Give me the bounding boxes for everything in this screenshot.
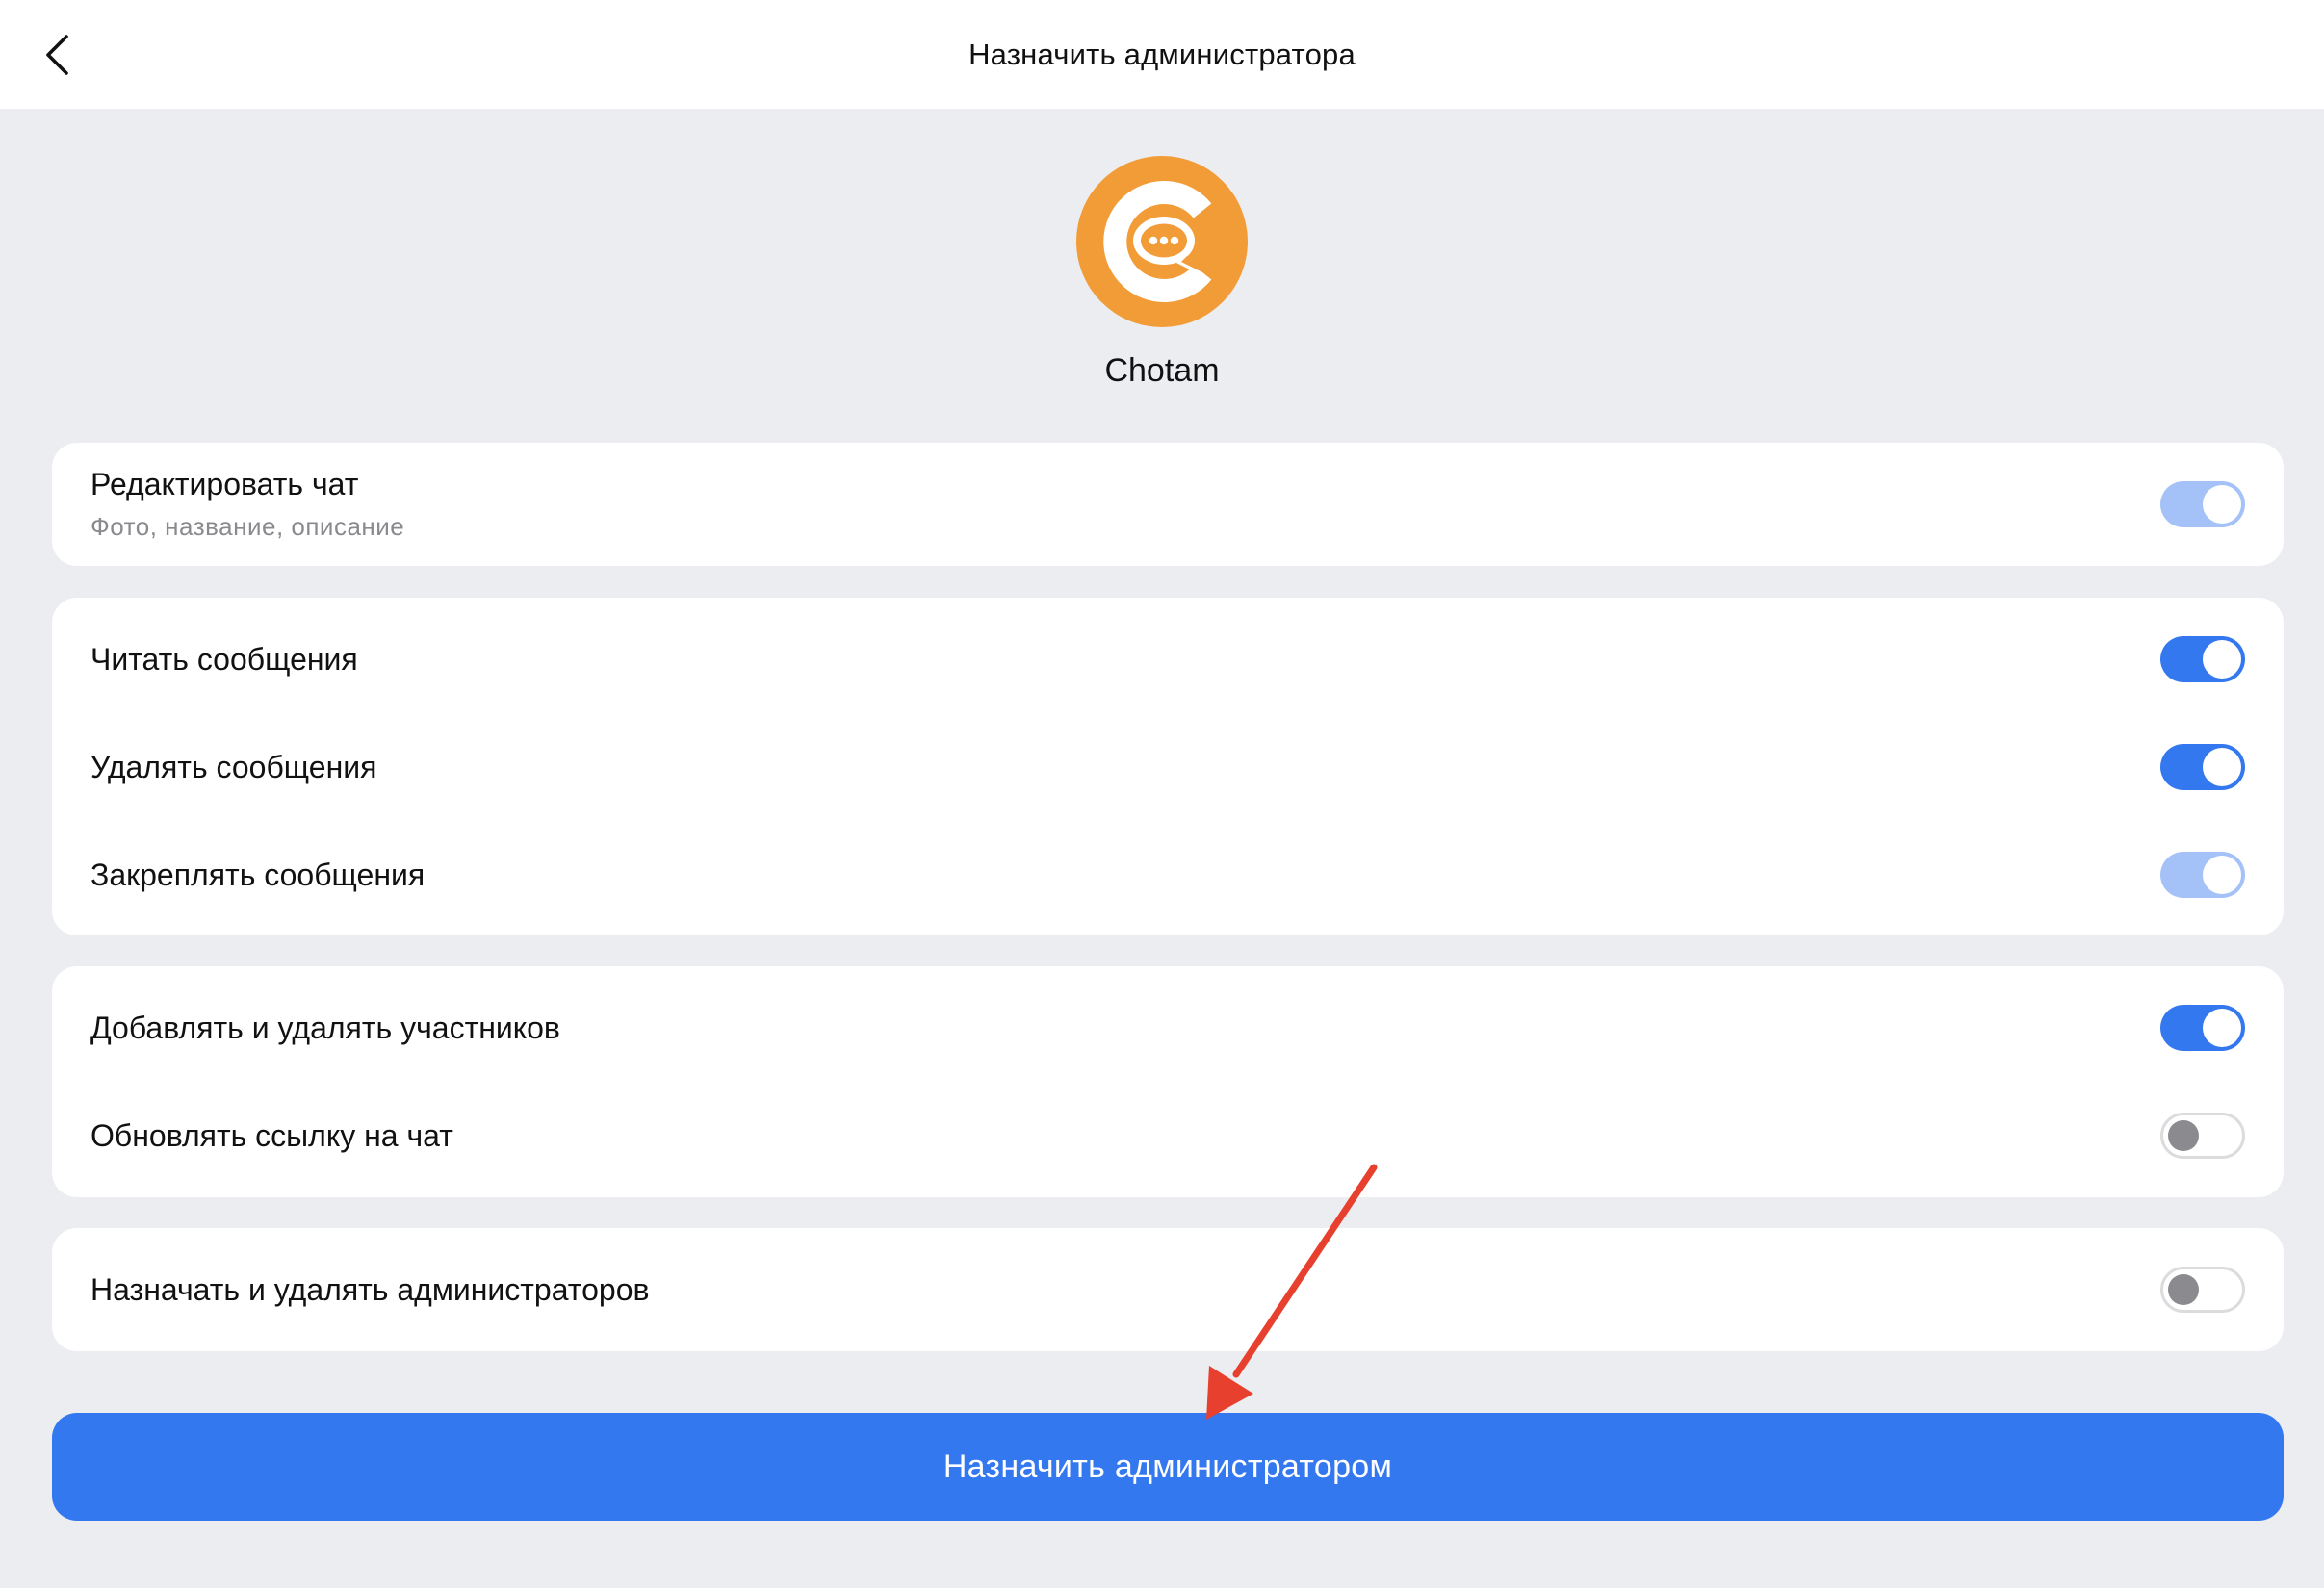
assign-admin-screen: Назначить администратора Chotam Редактир… xyxy=(0,0,2324,1588)
edit-chat-card: Редактировать чат Фото, название, описан… xyxy=(52,443,2284,566)
members-card: Добавлять и удалять участников Обновлять… xyxy=(52,966,2284,1197)
read-messages-toggle[interactable] xyxy=(2160,636,2245,682)
permission-label: Добавлять и удалять участников xyxy=(90,1010,560,1045)
back-button[interactable] xyxy=(23,21,90,89)
chevron-left-icon xyxy=(46,35,68,75)
permission-row-manage-members[interactable]: Добавлять и удалять участников xyxy=(52,966,2284,1089)
header-bar: Назначить администратора xyxy=(0,0,2324,109)
permission-row-edit-chat[interactable]: Редактировать чат Фото, название, описан… xyxy=(52,443,2284,566)
pin-messages-toggle[interactable] xyxy=(2160,852,2245,898)
assign-admin-button[interactable]: Назначить администратором xyxy=(52,1413,2284,1521)
edit-chat-toggle[interactable] xyxy=(2160,481,2245,527)
permission-label: Закреплять сообщения xyxy=(90,857,426,892)
permission-sublabel: Фото, название, описание xyxy=(90,512,405,541)
permission-row-manage-admins[interactable]: Назначать и удалять администраторов xyxy=(52,1228,2284,1351)
chat-profile: Chotam xyxy=(0,156,2324,390)
permission-label: Назначать и удалять администраторов xyxy=(90,1271,650,1307)
permission-row-pin-messages[interactable]: Закреплять сообщения xyxy=(52,813,2284,936)
page-title: Назначить администратора xyxy=(968,37,1356,71)
chotam-logo-icon xyxy=(1103,181,1212,302)
manage-members-toggle[interactable] xyxy=(2160,1005,2245,1051)
delete-messages-toggle[interactable] xyxy=(2160,744,2245,790)
admins-card: Назначать и удалять администраторов xyxy=(52,1228,2284,1351)
avatar xyxy=(1076,156,1248,327)
permission-row-update-link[interactable]: Обновлять ссылку на чат xyxy=(52,1074,2284,1197)
permission-label: Обновлять ссылку на чат xyxy=(90,1117,453,1153)
manage-admins-toggle[interactable] xyxy=(2160,1267,2245,1313)
permission-label: Редактировать чат xyxy=(90,467,359,501)
permission-row-read-messages[interactable]: Читать сообщения xyxy=(52,598,2284,721)
permission-row-delete-messages[interactable]: Удалять сообщения xyxy=(52,705,2284,829)
chat-name: Chotam xyxy=(1104,352,1220,389)
permission-label: Читать сообщения xyxy=(90,641,358,677)
permission-label: Удалять сообщения xyxy=(90,749,377,784)
messages-card: Читать сообщения Удалять сообщения Закре… xyxy=(52,598,2284,935)
update-link-toggle[interactable] xyxy=(2160,1113,2245,1159)
